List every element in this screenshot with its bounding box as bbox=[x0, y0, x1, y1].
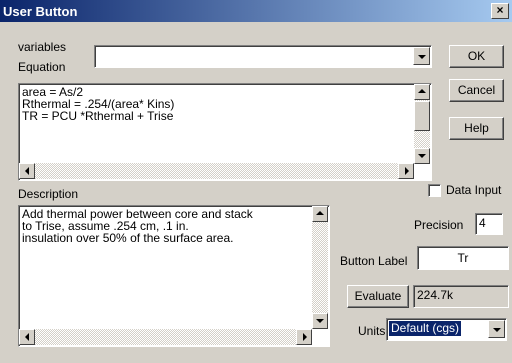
precision-value: 4 bbox=[479, 216, 486, 230]
precision-label: Precision bbox=[414, 218, 464, 232]
variables-combo[interactable] bbox=[94, 45, 432, 68]
equation-hscroll-track[interactable] bbox=[19, 163, 414, 179]
help-button[interactable]: Help bbox=[449, 117, 504, 140]
arrow-up-icon bbox=[316, 211, 324, 215]
arrow-up-icon bbox=[418, 89, 426, 93]
equation-textarea[interactable]: area = As/2 Rthermal = .254/(area* Kins) T… bbox=[18, 83, 432, 181]
precision-input[interactable]: 4 bbox=[475, 213, 503, 235]
description-scroll-down[interactable] bbox=[312, 313, 328, 329]
equation-label: Equation bbox=[18, 60, 66, 74]
user-button-dialog: User Button × variables Equation area = … bbox=[0, 0, 512, 363]
chevron-down-icon bbox=[493, 328, 501, 332]
data-input-checkbox[interactable] bbox=[428, 184, 441, 197]
cancel-button[interactable]: Cancel bbox=[449, 79, 504, 102]
description-vscroll-track[interactable] bbox=[312, 206, 328, 329]
equation-scroll-down[interactable] bbox=[414, 148, 430, 164]
arrow-left-icon bbox=[25, 167, 29, 175]
window-title: User Button bbox=[3, 4, 78, 19]
button-label-input[interactable]: Tr bbox=[417, 246, 509, 270]
description-scroll-right[interactable] bbox=[296, 329, 312, 345]
units-selected-value: Default (cgs) bbox=[387, 320, 463, 337]
units-label: Units bbox=[358, 324, 386, 338]
button-label-value: Tr bbox=[457, 251, 469, 265]
variables-label: variables bbox=[18, 40, 67, 54]
description-line: insulation over 50% of the surface area. bbox=[22, 231, 234, 245]
variables-dropdown-button[interactable] bbox=[413, 47, 430, 65]
evaluate-result: 224.7k bbox=[417, 288, 454, 302]
evaluate-result-field: 224.7k bbox=[413, 285, 509, 308]
description-label: Description bbox=[18, 187, 79, 201]
arrow-down-icon bbox=[418, 154, 426, 158]
description-text: Add thermal power between core and stack… bbox=[22, 208, 253, 244]
arrow-right-icon bbox=[303, 333, 307, 341]
chevron-down-icon bbox=[418, 55, 426, 59]
equation-text: area = As/2 Rthermal = .254/(area* Kins) T… bbox=[22, 86, 174, 122]
data-input-label: Data Input bbox=[446, 183, 502, 197]
close-button[interactable]: × bbox=[491, 3, 509, 19]
close-icon: × bbox=[496, 3, 504, 17]
equation-scroll-left[interactable] bbox=[19, 163, 35, 179]
arrow-right-icon bbox=[405, 167, 409, 175]
units-dropdown-button[interactable] bbox=[488, 320, 505, 338]
title-bar: User Button × bbox=[0, 0, 512, 22]
description-textarea[interactable]: Add thermal power between core and stack… bbox=[18, 205, 330, 347]
description-hscroll-track[interactable] bbox=[19, 329, 312, 345]
arrow-down-icon bbox=[316, 319, 324, 323]
equation-line: TR = PCU *Rthermal + Trise bbox=[22, 109, 174, 123]
arrow-left-icon bbox=[25, 333, 29, 341]
ok-button[interactable]: OK bbox=[449, 45, 504, 68]
description-scroll-up[interactable] bbox=[312, 206, 328, 222]
equation-scroll-thumb[interactable] bbox=[414, 101, 430, 131]
button-label-label: Button Label bbox=[340, 254, 408, 268]
equation-scroll-up[interactable] bbox=[414, 84, 430, 100]
evaluate-button[interactable]: Evaluate bbox=[347, 285, 409, 308]
description-scroll-left[interactable] bbox=[19, 329, 35, 345]
equation-scroll-right[interactable] bbox=[398, 163, 414, 179]
units-select[interactable]: Default (cgs) bbox=[386, 318, 507, 341]
